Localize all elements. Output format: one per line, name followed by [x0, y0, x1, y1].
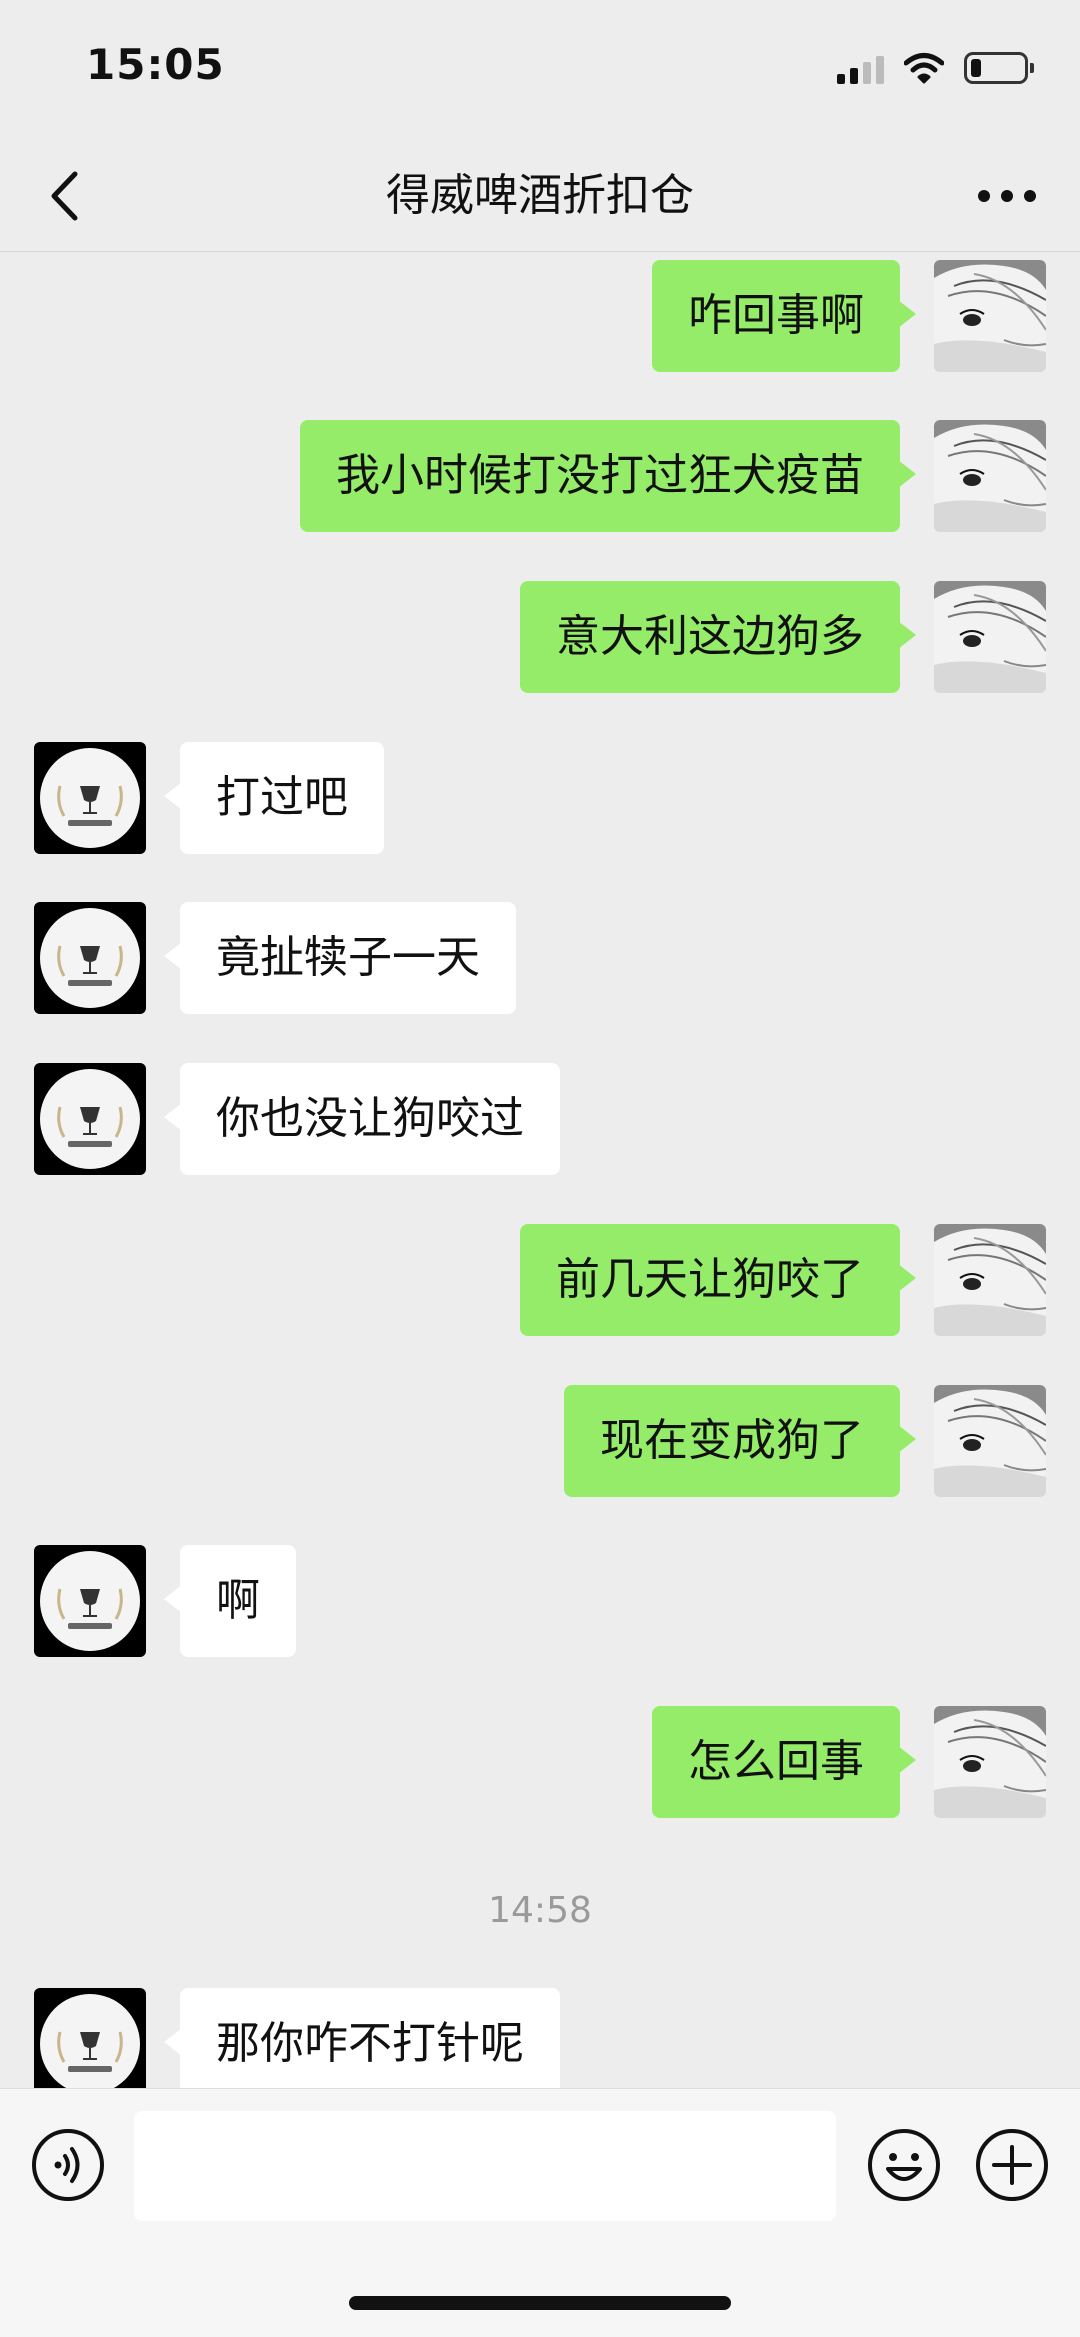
message-bubble[interactable]: 你也没让狗咬过 [164, 1063, 560, 1175]
chat-header: 得威啤酒折扣仓 [0, 140, 1080, 252]
plus-button[interactable] [974, 2127, 1050, 2203]
message-bubble[interactable]: 意大利这边狗多 [520, 581, 916, 693]
message-bubble[interactable]: 打过吧 [164, 742, 384, 854]
contact-avatar[interactable] [34, 1545, 146, 1657]
user-avatar[interactable] [934, 1385, 1046, 1497]
contact-avatar-image [34, 742, 146, 854]
outgoing-message: 前几天让狗咬了 [0, 1224, 1080, 1336]
status-icons [837, 48, 1034, 88]
message-bubble[interactable]: 咋回事啊 [652, 260, 916, 372]
message-timestamp: 14:58 [488, 1890, 592, 1931]
cellular-signal-icon [837, 52, 884, 84]
contact-avatar-image [34, 1545, 146, 1657]
incoming-message: 你也没让狗咬过 [0, 1063, 1080, 1175]
user-avatar-image [934, 1385, 1046, 1497]
outgoing-message: 我小时候打没打过狂犬疫苗 [0, 420, 1080, 532]
message-bubble[interactable]: 我小时候打没打过狂犬疫苗 [300, 420, 916, 532]
outgoing-message: 现在变成狗了 [0, 1385, 1080, 1497]
plus-circle-icon [976, 2129, 1048, 2201]
user-avatar-image [934, 1706, 1046, 1818]
emoji-button[interactable] [866, 2127, 942, 2203]
contact-avatar[interactable] [34, 902, 146, 1014]
user-avatar[interactable] [934, 1706, 1046, 1818]
status-time: 15:05 [86, 40, 225, 89]
chat-screen: 15:05 得威啤酒折扣仓 咋回事啊 我小时候打没打过狂犬疫苗 意大利这边狗多 … [0, 0, 1080, 2337]
incoming-message: 打过吧 [0, 742, 1080, 854]
user-avatar-image [934, 420, 1046, 532]
battery-low-icon [964, 52, 1034, 84]
user-avatar[interactable] [934, 1224, 1046, 1336]
message-bubble[interactable]: 竟扯犊子一天 [164, 902, 516, 1014]
contact-avatar[interactable] [34, 742, 146, 854]
contact-avatar-image [34, 1063, 146, 1175]
contact-avatar[interactable] [34, 1063, 146, 1175]
more-button[interactable] [972, 170, 1042, 222]
incoming-message: 竟扯犊子一天 [0, 902, 1080, 1014]
emoji-icon [868, 2129, 940, 2201]
message-bubble[interactable]: 前几天让狗咬了 [520, 1224, 916, 1336]
user-avatar-image [934, 1224, 1046, 1336]
more-dots-icon [978, 190, 1036, 202]
message-bubble[interactable]: 那你咋不打针呢 [164, 1988, 560, 2088]
user-avatar-image [934, 260, 1046, 372]
status-bar: 15:05 [0, 0, 1080, 140]
user-avatar[interactable] [934, 581, 1046, 693]
user-avatar[interactable] [934, 260, 1046, 372]
outgoing-message: 意大利这边狗多 [0, 581, 1080, 693]
user-avatar-image [934, 581, 1046, 693]
chevron-left-icon [51, 171, 78, 221]
wifi-icon [904, 53, 944, 84]
contact-avatar-image [34, 1988, 146, 2088]
chat-title: 得威啤酒折扣仓 [386, 170, 694, 221]
voice-icon [32, 2129, 104, 2201]
outgoing-message: 怎么回事 [0, 1706, 1080, 1818]
incoming-message: 那你咋不打针呢 [0, 1988, 1080, 2088]
message-bubble[interactable]: 啊 [164, 1545, 296, 1657]
voice-button[interactable] [30, 2127, 106, 2203]
message-list[interactable]: 咋回事啊 我小时候打没打过狂犬疫苗 意大利这边狗多 打过吧 竟扯犊子一天 你也没… [0, 253, 1080, 2088]
message-bubble[interactable]: 怎么回事 [652, 1706, 916, 1818]
message-input[interactable] [134, 2111, 836, 2221]
back-button[interactable] [36, 162, 92, 230]
home-indicator[interactable] [349, 2296, 731, 2310]
message-bubble[interactable]: 现在变成狗了 [564, 1385, 916, 1497]
contact-avatar-image [34, 902, 146, 1014]
incoming-message: 啊 [0, 1545, 1080, 1657]
outgoing-message: 咋回事啊 [0, 260, 1080, 372]
user-avatar[interactable] [934, 420, 1046, 532]
contact-avatar[interactable] [34, 1988, 146, 2088]
